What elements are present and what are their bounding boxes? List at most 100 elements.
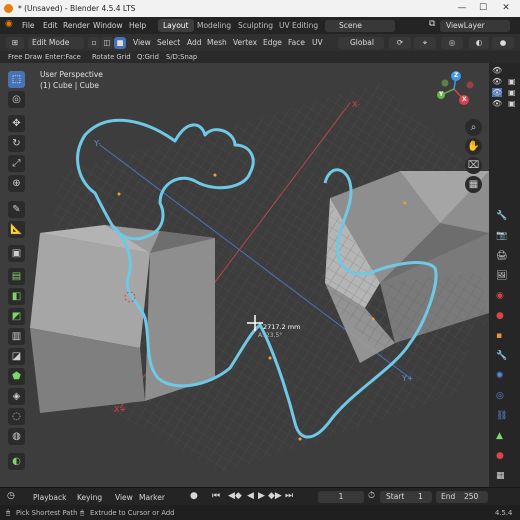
add-cube-tool-icon[interactable]: ▣: [8, 245, 25, 262]
shading-icon[interactable]: ●: [492, 37, 514, 49]
render-properties-icon[interactable]: 📷: [496, 231, 507, 241]
tab-sculpting[interactable]: Sculpting: [233, 19, 278, 32]
extrude-tool-icon[interactable]: ▤: [8, 268, 25, 285]
3d-viewport[interactable]: User Perspective (1) Cube | Cube 2717.2 …: [0, 63, 520, 487]
scene-properties-icon[interactable]: ◉: [496, 291, 504, 301]
start-frame-field[interactable]: Start 1: [380, 491, 432, 503]
material-properties-icon[interactable]: ●: [496, 451, 504, 461]
minimize-button[interactable]: —: [455, 2, 469, 14]
menu-edit[interactable]: Edit: [43, 21, 58, 30]
inset-tool-icon[interactable]: ◧: [8, 288, 25, 305]
vertex-select-icon[interactable]: ▫: [88, 37, 100, 49]
texture-properties-icon[interactable]: ▦: [496, 471, 505, 481]
header-menu-face[interactable]: Face: [288, 38, 305, 47]
timeline-editor-icon[interactable]: ◷: [7, 491, 15, 501]
view-layer-selector[interactable]: ViewLayer: [440, 20, 510, 32]
tool-properties-icon[interactable]: 🔧: [496, 211, 507, 221]
physics-properties-icon[interactable]: ◎: [496, 391, 504, 401]
perspective-toggle-icon[interactable]: ▦: [465, 176, 482, 193]
next-keyframe-icon[interactable]: ◆▶: [268, 491, 282, 501]
data-properties-icon[interactable]: ▲: [496, 431, 503, 441]
menu-help[interactable]: Help: [129, 21, 146, 30]
camera-icon-3[interactable]: ▣: [508, 99, 516, 108]
particles-properties-icon[interactable]: ✺: [496, 371, 504, 381]
visibility-eye-icon-2[interactable]: 👁: [492, 77, 502, 86]
play-icon[interactable]: ▶: [258, 491, 265, 501]
tab-modeling[interactable]: Modeling: [192, 19, 236, 32]
prev-keyframe-icon[interactable]: ◀◆: [228, 491, 242, 501]
smooth-tool-icon[interactable]: ◌: [8, 408, 25, 425]
knife-tool-icon[interactable]: ◪: [8, 348, 25, 365]
menu-window[interactable]: Window: [93, 21, 123, 30]
bevel-tool-icon[interactable]: ◩: [8, 308, 25, 325]
selected-object-eye-icon[interactable]: 👁: [492, 88, 502, 97]
header-menu-select[interactable]: Select: [157, 38, 180, 47]
move-tool-icon[interactable]: ✥: [8, 115, 25, 132]
output-properties-icon[interactable]: 🖨: [496, 251, 507, 261]
loop-cut-tool-icon[interactable]: ▥: [8, 328, 25, 345]
header-menu-edge[interactable]: Edge: [263, 38, 282, 47]
blender-menu-icon[interactable]: ◉: [5, 19, 13, 29]
mouse-left-icon: 🖱: [6, 509, 11, 517]
status-left-hint: Pick Shortest Path: [16, 509, 78, 517]
transform-tool-icon[interactable]: ⊕: [8, 175, 25, 192]
jump-end-icon[interactable]: ⏭: [285, 491, 293, 501]
pivot-icon[interactable]: ⟳: [389, 37, 411, 49]
window-title: * (Unsaved) - Blender 4.5.4 LTS: [18, 4, 136, 13]
close-button[interactable]: ✕: [499, 2, 513, 14]
header-menu-uv[interactable]: UV: [312, 38, 323, 47]
measure-tool-icon[interactable]: 📐: [8, 221, 25, 238]
camera-view-icon[interactable]: ⌧: [465, 157, 482, 174]
timeline-menu-keying[interactable]: Keying: [77, 493, 102, 502]
select-box-tool-icon[interactable]: ⬚: [8, 71, 25, 88]
record-icon[interactable]: ●: [190, 491, 198, 501]
view-layer-properties-icon[interactable]: 🖼: [496, 271, 507, 281]
camera-icon-2[interactable]: ▣: [508, 88, 516, 97]
new-scene-icon[interactable]: ⧉: [429, 19, 435, 29]
header-menu-mesh[interactable]: Mesh: [207, 38, 227, 47]
tab-layout[interactable]: Layout: [158, 19, 194, 32]
edge-slide-tool-icon[interactable]: ◍: [8, 428, 25, 445]
modifier-properties-icon[interactable]: 🔧: [496, 351, 507, 361]
pan-hand-icon[interactable]: ✋: [465, 138, 482, 155]
visibility-eye-icon[interactable]: 👁: [492, 66, 502, 75]
maximize-button[interactable]: ☐: [476, 2, 490, 14]
timeline-menu-marker[interactable]: Marker: [139, 493, 165, 502]
object-properties-icon[interactable]: ▪: [496, 331, 502, 341]
menu-file[interactable]: File: [22, 21, 35, 30]
play-reverse-icon[interactable]: ◀: [247, 491, 254, 501]
header-menu-add[interactable]: Add: [187, 38, 202, 47]
edge-select-icon[interactable]: ◫: [101, 37, 113, 49]
shrink-fatten-tool-icon[interactable]: ◐: [8, 453, 25, 470]
scene-selector[interactable]: Scene: [325, 20, 395, 32]
spin-tool-icon[interactable]: ◈: [8, 388, 25, 405]
end-frame-field[interactable]: End 250: [436, 491, 488, 503]
tab-uv-editing[interactable]: UV Editing: [274, 19, 323, 32]
overlay-icon[interactable]: ◐: [469, 37, 489, 49]
stopwatch-icon[interactable]: ⏱: [368, 491, 375, 501]
mode-selector[interactable]: Edit Mode: [28, 37, 84, 49]
visibility-eye-icon-3[interactable]: 👁: [492, 99, 502, 108]
menu-render[interactable]: Render: [63, 21, 90, 30]
transform-orientation-selector[interactable]: Global: [338, 37, 384, 49]
scale-tool-icon[interactable]: ⤢: [8, 155, 25, 172]
rotate-tool-icon[interactable]: ↻: [8, 135, 25, 152]
camera-icon[interactable]: ▣: [508, 77, 516, 86]
timeline-menu-playback[interactable]: Playback: [33, 493, 66, 502]
jump-start-icon[interactable]: ⏮: [212, 491, 220, 501]
annotate-tool-icon[interactable]: ✎: [8, 201, 25, 218]
face-select-icon[interactable]: ■: [114, 37, 126, 49]
tool-hint-bar: Free Draw Enter:Face Rotate Grid Q:Grid …: [0, 51, 520, 63]
current-frame-field[interactable]: 1: [318, 491, 364, 503]
snap-icon[interactable]: ⌖: [414, 37, 436, 49]
world-properties-icon[interactable]: ●: [496, 311, 504, 321]
proportional-editing-icon[interactable]: ◎: [441, 37, 463, 49]
editor-type-icon[interactable]: ⊞: [6, 37, 24, 49]
cursor-tool-icon[interactable]: ◎: [8, 91, 25, 108]
header-menu-view[interactable]: View: [133, 38, 151, 47]
header-menu-vertex[interactable]: Vertex: [233, 38, 257, 47]
zoom-icon[interactable]: ⌕: [465, 119, 482, 136]
constraints-properties-icon[interactable]: ⛓: [496, 411, 507, 421]
timeline-menu-view[interactable]: View: [115, 493, 133, 502]
poly-build-tool-icon[interactable]: ⬟: [8, 368, 25, 385]
